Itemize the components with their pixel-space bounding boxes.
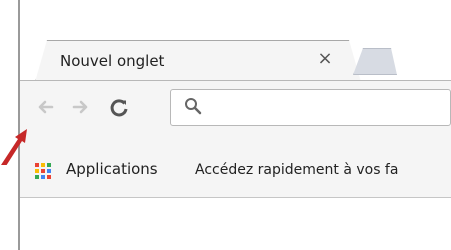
red-arrow-icon (1, 129, 27, 165)
applications-link[interactable]: Applications (66, 160, 158, 178)
apps-grid-icon[interactable] (34, 162, 51, 179)
reload-icon[interactable] (108, 95, 130, 119)
omnibox-input[interactable] (170, 89, 451, 126)
forward-arrow-icon[interactable] (70, 95, 92, 119)
browser-window: Nouvel onglet × Applications Accédez rap… (20, 0, 451, 250)
page-content (20, 198, 451, 250)
search-icon (184, 97, 202, 115)
tab-title: Nouvel onglet (60, 52, 165, 70)
bookmarks-hint-text: Accédez rapidement à vos fa (195, 162, 399, 178)
close-tab-icon[interactable]: × (316, 50, 334, 68)
back-arrow-icon[interactable] (34, 95, 56, 119)
